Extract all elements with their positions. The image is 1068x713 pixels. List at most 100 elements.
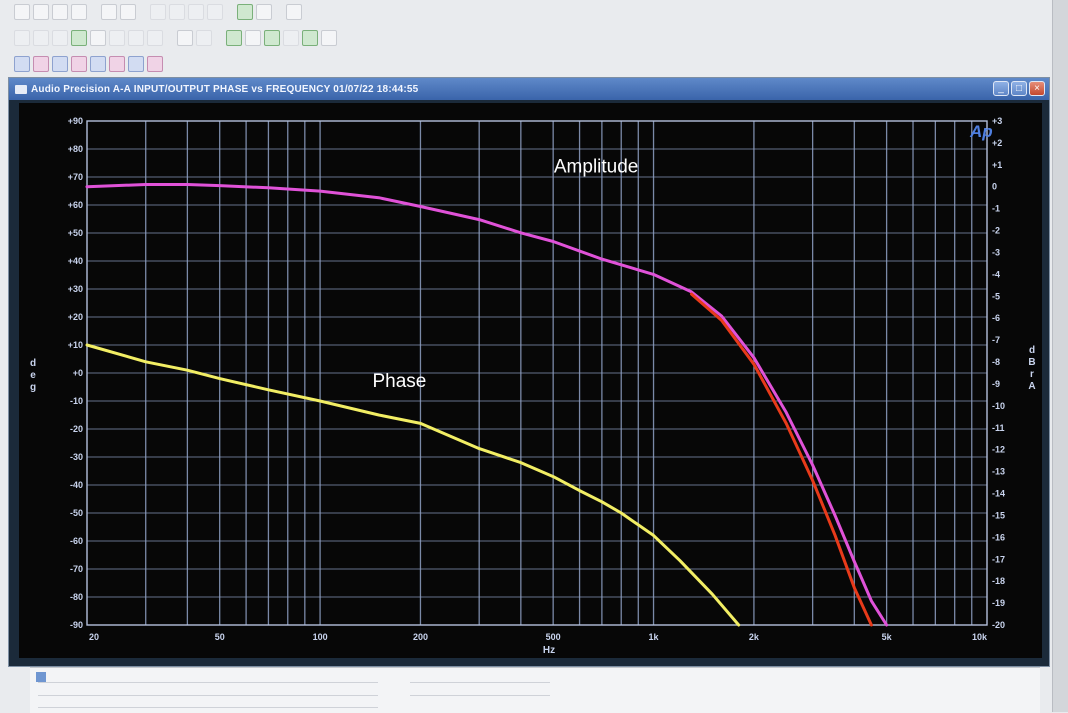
panel-icon[interactable] xyxy=(237,4,253,20)
y2-tick-label: -15 xyxy=(992,510,1005,520)
y2-tick-label: -9 xyxy=(992,379,1000,389)
y2-tick-labels: +3 +2 +1 0 -1 -2 -3 -4 -5 -6 -7 -8 -9 -10 -11 -12 -13 -14… xyxy=(992,116,1005,630)
go-icon[interactable] xyxy=(321,30,337,46)
y2-tick-label: +3 xyxy=(992,116,1002,126)
y-tick-label: +40 xyxy=(68,256,83,266)
zoom-fit-icon[interactable] xyxy=(52,30,68,46)
y-tick-labels: +90 +80 +70 +60 +50 +40 +30 +20 +10 +0 -10 -20 -30 -4… xyxy=(68,116,83,630)
print-icon[interactable] xyxy=(101,4,117,20)
y2-tick-label: -19 xyxy=(992,598,1005,608)
y-tick-label: -40 xyxy=(70,480,83,490)
toolbar-row-3 xyxy=(0,52,1052,76)
y2-tick-label: -13 xyxy=(992,467,1005,477)
y-tick-label: -10 xyxy=(70,396,83,406)
y2-tick-label: -14 xyxy=(992,489,1005,499)
y2-tick-label: -18 xyxy=(992,576,1005,586)
sheet-icon[interactable] xyxy=(256,4,272,20)
right-pane xyxy=(1052,0,1068,712)
y2-tick-label: -5 xyxy=(992,291,1000,301)
window-title: Audio Precision A-A INPUT/OUTPUT PHASE v… xyxy=(31,83,419,95)
analyzer-icon[interactable] xyxy=(90,30,106,46)
chart-icon[interactable] xyxy=(264,30,280,46)
panel-d-icon[interactable] xyxy=(71,56,87,72)
y-tick-label: +60 xyxy=(68,200,83,210)
y-tick-label: -70 xyxy=(70,564,83,574)
window-titlebar[interactable]: Audio Precision A-A INPUT/OUTPUT PHASE v… xyxy=(9,78,1049,100)
print-preview-icon[interactable] xyxy=(120,4,136,20)
y2-tick-label: -16 xyxy=(992,532,1005,542)
x-tick-label: 5k xyxy=(882,632,893,642)
help-icon[interactable] xyxy=(286,4,302,20)
y-tick-label: +70 xyxy=(68,172,83,182)
x-tick-label: 500 xyxy=(546,632,561,642)
blank-icon[interactable] xyxy=(283,30,299,46)
ap-logo: Ap xyxy=(969,122,993,141)
y2-tick-label: +2 xyxy=(992,138,1002,148)
minimize-button[interactable]: _ xyxy=(993,81,1009,96)
sweep-icon[interactable] xyxy=(71,30,87,46)
status-panel xyxy=(30,667,1040,713)
open-folder-icon[interactable] xyxy=(33,4,49,20)
save-as-icon[interactable] xyxy=(71,4,87,20)
y-tick-label: -30 xyxy=(70,452,83,462)
copy-icon[interactable] xyxy=(169,4,185,20)
y2-tick-label: -10 xyxy=(992,401,1005,411)
status-square-icon xyxy=(36,672,46,682)
annotations: Amplitude Phase xyxy=(372,157,638,392)
y2-tick-label: -3 xyxy=(992,247,1000,257)
panel-a-icon[interactable] xyxy=(14,56,30,72)
plot-icon[interactable] xyxy=(226,30,242,46)
cursor-icon[interactable] xyxy=(245,30,261,46)
x-tick-label: 2k xyxy=(749,632,760,642)
x-tick-label: 200 xyxy=(413,632,428,642)
clipboard-icon[interactable] xyxy=(207,4,223,20)
y-tick-label: +0 xyxy=(73,368,83,378)
panel-h-icon[interactable] xyxy=(147,56,163,72)
y2-tick-label: -20 xyxy=(992,620,1005,630)
panel-b-icon[interactable] xyxy=(33,56,49,72)
y-tick-label: +50 xyxy=(68,228,83,238)
close-button[interactable]: × xyxy=(1029,81,1045,96)
grid-major xyxy=(86,120,988,626)
cut-icon[interactable] xyxy=(150,4,166,20)
y2-tick-label: +1 xyxy=(992,160,1002,170)
y2-tick-label: -8 xyxy=(992,357,1000,367)
y-tick-label: -80 xyxy=(70,592,83,602)
table-icon[interactable] xyxy=(109,30,125,46)
filter-icon[interactable] xyxy=(128,30,144,46)
meter-icon[interactable] xyxy=(147,30,163,46)
y-axis-label: deg xyxy=(30,358,36,393)
series-layer xyxy=(85,183,889,627)
dots-icon[interactable] xyxy=(196,30,212,46)
zoom-out-icon[interactable] xyxy=(33,30,49,46)
plot-area[interactable]: +90 +80 +70 +60 +50 +40 +3 0 +20 +10 +0 -10 -20 -30 -4… xyxy=(19,103,1042,658)
panel-g-icon[interactable] xyxy=(128,56,144,72)
x-tick-label: 50 xyxy=(215,632,225,642)
y-tick-label: +20 xyxy=(68,312,83,322)
app-icon xyxy=(15,84,27,94)
x-tick-label: 20 xyxy=(89,632,99,642)
zoom-in-icon[interactable] xyxy=(14,30,30,46)
y-tick-label: +90 xyxy=(68,116,83,126)
y2-tick-label: 0 xyxy=(992,182,997,192)
new-file-icon[interactable] xyxy=(14,4,30,20)
maximize-button[interactable]: □ xyxy=(1011,81,1027,96)
data-icon[interactable] xyxy=(302,30,318,46)
y2-tick-label: -1 xyxy=(992,204,1000,214)
panel-f-icon[interactable] xyxy=(109,56,125,72)
paste-icon[interactable] xyxy=(188,4,204,20)
annotation-1: Phase xyxy=(372,371,426,392)
graph-icon[interactable] xyxy=(177,30,193,46)
y-tick-label: -90 xyxy=(70,620,83,630)
y-tick-label: +80 xyxy=(68,144,83,154)
x-tick-label: 100 xyxy=(313,632,328,642)
y2-tick-label: -2 xyxy=(992,226,1000,236)
save-icon[interactable] xyxy=(52,4,68,20)
x-tick-label: 10k xyxy=(972,632,988,642)
y-tick-label: +10 xyxy=(68,340,83,350)
panel-c-icon[interactable] xyxy=(52,56,68,72)
toolbar-row-2 xyxy=(0,26,1052,50)
panel-e-icon[interactable] xyxy=(90,56,106,72)
x-tick-labels: 20 50 100 200 500 1k 2k 5k 10k xyxy=(89,632,988,642)
y2-axis-label: dBrA xyxy=(1028,345,1035,392)
